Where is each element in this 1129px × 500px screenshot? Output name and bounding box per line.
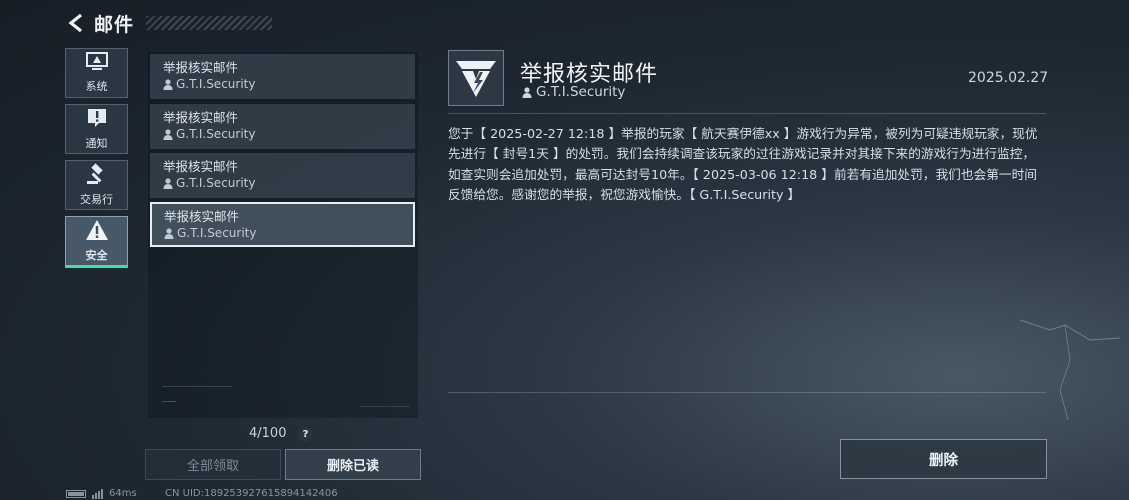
mail-sender-name: G.T.I.Security — [177, 226, 257, 240]
gti-logo-icon — [456, 61, 496, 97]
person-icon — [163, 128, 173, 140]
mail-sender: G.T.I.Security — [164, 225, 401, 241]
tab-label: 通知 — [85, 137, 108, 150]
person-icon — [163, 177, 173, 189]
mail-sender: G.T.I.Security — [163, 76, 402, 92]
lightning-decoration — [1019, 319, 1120, 420]
divider — [162, 401, 176, 402]
tab-trade[interactable]: 交易行 — [65, 160, 128, 210]
mail-sender-name: G.T.I.Security — [176, 176, 256, 190]
list-item-selected[interactable]: 举报核实邮件 G.T.I.Security — [150, 202, 415, 247]
battery-icon — [66, 489, 86, 498]
monitor-icon — [85, 52, 108, 76]
claim-all-button[interactable]: 全部领取 — [145, 449, 281, 480]
tab-label: 系统 — [85, 80, 108, 93]
divider — [162, 386, 232, 387]
list-item[interactable]: 举报核实邮件 G.T.I.Security — [150, 54, 415, 99]
ping-value: 64ms — [109, 488, 137, 499]
person-icon — [522, 86, 532, 98]
header: 邮件 — [66, 10, 273, 36]
divider — [448, 113, 1046, 114]
mail-subject: 举报核实邮件 — [163, 110, 239, 125]
mail-body: 您于【 2025-02-27 12:18 】举报的玩家【 航天赛伊德xx 】游戏… — [448, 126, 1038, 202]
list-item[interactable]: 举报核实邮件 G.T.I.Security — [150, 153, 415, 198]
mail-sender-name: G.T.I.Security — [176, 127, 256, 141]
person-icon — [163, 78, 173, 90]
tab-label: 交易行 — [80, 193, 113, 206]
warning-triangle-icon — [85, 219, 109, 245]
uid-label: CN UID:189253927615894142406 — [165, 488, 338, 499]
tab-security[interactable]: 安全 — [65, 216, 128, 268]
divider — [448, 392, 1046, 393]
tab-notice[interactable]: 通知 — [65, 104, 128, 154]
mail-subject: 举报核实邮件 — [164, 209, 240, 224]
title-decoration — [146, 16, 273, 30]
delete-button[interactable]: 删除 — [840, 439, 1047, 479]
mail-date: 2025.02.27 — [968, 70, 1049, 86]
alert-bubble-icon — [86, 107, 108, 133]
help-icon[interactable]: ? — [298, 427, 313, 442]
mail-sender: G.T.I.Security — [163, 126, 402, 142]
mail-detail-sender: G.T.I.Security — [522, 84, 625, 100]
mail-sender-name: G.T.I.Security — [176, 77, 256, 91]
mail-sender: G.T.I.Security — [163, 175, 402, 191]
mail-detail-sender-name: G.T.I.Security — [536, 84, 626, 100]
person-icon — [164, 227, 174, 239]
page-title: 邮件 — [94, 13, 135, 36]
mail-count: 4/100 — [249, 426, 287, 441]
list-item[interactable]: 举报核实邮件 G.T.I.Security — [150, 104, 415, 149]
tab-system[interactable]: 系统 — [65, 48, 128, 98]
divider — [360, 406, 410, 407]
tab-label: 安全 — [85, 249, 108, 262]
mail-subject: 举报核实邮件 — [163, 60, 239, 75]
back-arrow-icon[interactable] — [66, 12, 88, 34]
signal-icon — [92, 488, 103, 499]
mail-subject: 举报核实邮件 — [163, 159, 239, 174]
status-bar: 64ms — [66, 488, 137, 499]
gavel-icon — [86, 163, 108, 189]
sender-logo — [448, 50, 504, 106]
delete-read-button[interactable]: 删除已读 — [285, 449, 421, 480]
